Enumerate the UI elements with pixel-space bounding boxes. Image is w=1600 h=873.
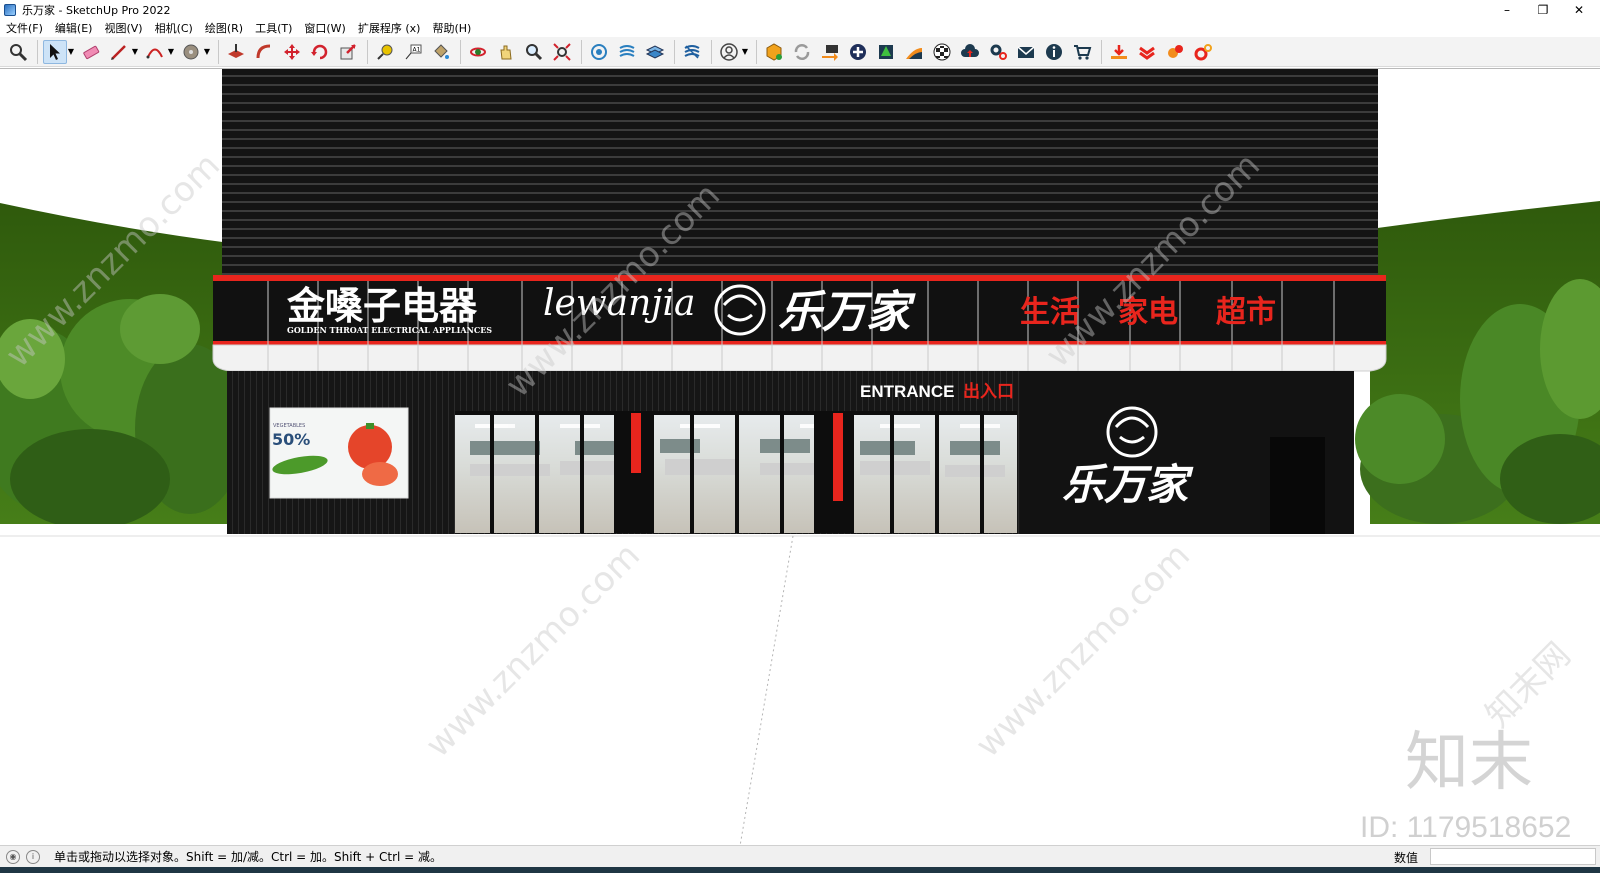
credits-info-icon[interactable]: i bbox=[26, 849, 40, 864]
cart-icon[interactable] bbox=[1070, 40, 1094, 64]
settings-gears-icon[interactable] bbox=[986, 40, 1010, 64]
download-icon[interactable] bbox=[1107, 40, 1131, 64]
arc-icon[interactable] bbox=[143, 40, 167, 64]
toolbar-separator bbox=[218, 39, 219, 64]
tree-icon[interactable] bbox=[874, 40, 898, 64]
extension-warehouse-icon[interactable] bbox=[762, 40, 786, 64]
measurements-input[interactable] bbox=[1430, 848, 1596, 865]
red-door-pull-right bbox=[833, 413, 843, 501]
toolbar-separator bbox=[581, 39, 582, 64]
side-logo-name: 乐万家 bbox=[1062, 460, 1194, 509]
main-toolbar: ▼ ▼ ▼ ▼ A1 ▼ bbox=[0, 37, 1600, 67]
chevron-down-icon[interactable]: ▼ bbox=[67, 40, 75, 64]
pan-icon[interactable] bbox=[494, 40, 518, 64]
move-icon[interactable] bbox=[280, 40, 304, 64]
chevron-down-icon[interactable]: ▼ bbox=[131, 40, 139, 64]
select-tool-icon[interactable] bbox=[43, 39, 67, 64]
cloud-icon[interactable] bbox=[958, 40, 982, 64]
checker-icon[interactable] bbox=[930, 40, 954, 64]
vegetable-poster: VEGETABLES 50% bbox=[269, 407, 409, 499]
menu-extensions[interactable]: 扩展程序 (x) bbox=[352, 20, 427, 37]
toolbar-separator bbox=[1101, 39, 1102, 64]
toolbar-separator bbox=[367, 39, 368, 64]
sign-top-red-strip bbox=[213, 275, 1386, 281]
sign-tagline-3: 超市 bbox=[1216, 295, 1276, 330]
toolbar-separator bbox=[37, 39, 38, 64]
mail-icon[interactable] bbox=[1014, 40, 1038, 64]
side-door-opening bbox=[1270, 437, 1325, 534]
sketchup-app-icon bbox=[4, 4, 16, 16]
zoom-magnifier-icon[interactable] bbox=[522, 40, 546, 64]
glass-storefront bbox=[455, 411, 1017, 533]
gear-orange-icon[interactable] bbox=[1191, 40, 1215, 64]
chevron-down-icon[interactable]: ▼ bbox=[203, 40, 211, 64]
menu-camera[interactable]: 相机(C) bbox=[149, 20, 199, 37]
outliner-icon[interactable] bbox=[680, 40, 704, 64]
watermark-id: ID: 1179518652 bbox=[1360, 811, 1571, 844]
section-plane-icon[interactable] bbox=[587, 40, 611, 64]
ramp-icon[interactable] bbox=[902, 40, 926, 64]
svg-text:A1: A1 bbox=[413, 46, 421, 53]
text-label-icon[interactable]: A1 bbox=[401, 40, 425, 64]
info-icon[interactable] bbox=[1042, 40, 1066, 64]
rotate-icon[interactable] bbox=[308, 40, 332, 64]
refresh-icon[interactable] bbox=[790, 40, 814, 64]
scale-icon[interactable] bbox=[336, 40, 360, 64]
chevron-down-icon[interactable]: ▼ bbox=[741, 40, 749, 64]
orbit-icon[interactable] bbox=[466, 40, 490, 64]
pencil-line-icon[interactable] bbox=[107, 40, 131, 64]
menu-view[interactable]: 视图(V) bbox=[98, 20, 148, 37]
layers-icon[interactable] bbox=[643, 40, 667, 64]
fire-gear-icon[interactable] bbox=[1163, 40, 1187, 64]
entrance-label-en: ENTRANCE bbox=[860, 382, 954, 401]
paint-bucket-icon[interactable] bbox=[429, 40, 453, 64]
close-button[interactable]: ✕ bbox=[1556, 0, 1600, 20]
menu-bar: 文件(F) 编辑(E) 视图(V) 相机(C) 绘图(R) 工具(T) 窗口(W… bbox=[0, 20, 1600, 37]
window-title: 乐万家 - SketchUp Pro 2022 bbox=[22, 4, 171, 17]
toolbar-separator bbox=[674, 39, 675, 64]
toolbar-separator bbox=[711, 39, 712, 64]
zoom-tool-icon[interactable] bbox=[6, 40, 30, 64]
follow-me-icon[interactable] bbox=[252, 40, 276, 64]
upper-slat-facade bbox=[222, 69, 1378, 275]
chevron-stack-icon[interactable] bbox=[1135, 40, 1159, 64]
sign-brand-en: GOLDEN THROAT ELECTRICAL APPLIANCES bbox=[287, 325, 492, 335]
sign-store-name: 乐万家 bbox=[778, 287, 916, 338]
sign-brand-cn: 金嗓子电器 bbox=[286, 284, 478, 328]
menu-draw[interactable]: 绘图(R) bbox=[199, 20, 249, 37]
push-pull-icon[interactable] bbox=[224, 40, 248, 64]
shape-circle-icon[interactable] bbox=[179, 40, 203, 64]
menu-edit[interactable]: 编辑(E) bbox=[49, 20, 99, 37]
sign-white-bull-nose bbox=[212, 344, 1387, 372]
tape-measure-icon[interactable] bbox=[373, 40, 397, 64]
toolbar-separator bbox=[460, 39, 461, 64]
menu-help[interactable]: 帮助(H) bbox=[426, 20, 477, 37]
red-door-pull-left bbox=[631, 413, 641, 473]
poster-title: VEGETABLES bbox=[273, 423, 305, 429]
zoom-extents-icon[interactable] bbox=[550, 40, 574, 64]
model-viewport[interactable]: 金嗓子电器 GOLDEN THROAT ELECTRICAL APPLIANCE… bbox=[0, 68, 1600, 845]
entrance-label-cn: 出入口 bbox=[963, 381, 1014, 402]
menu-tools[interactable]: 工具(T) bbox=[249, 20, 298, 37]
poster-discount: 50% bbox=[272, 430, 310, 449]
section-display-icon[interactable] bbox=[615, 40, 639, 64]
transfer-icon[interactable] bbox=[818, 40, 842, 64]
title-bar: 乐万家 - SketchUp Pro 2022 bbox=[0, 0, 1600, 20]
menu-window[interactable]: 窗口(W) bbox=[298, 20, 351, 37]
measurements-label: 数值 bbox=[1394, 851, 1419, 865]
account-icon[interactable] bbox=[717, 40, 741, 64]
status-message: 单击或拖动以选择对象。Shift = 加/减。Ctrl = 加。Shift + … bbox=[54, 850, 443, 864]
ground-plane bbox=[0, 524, 1600, 845]
taskbar-edge bbox=[0, 867, 1600, 873]
sign-bottom-red-strip bbox=[213, 341, 1386, 345]
menu-file[interactable]: 文件(F) bbox=[0, 20, 49, 37]
geo-location-icon[interactable]: ◉ bbox=[6, 849, 20, 864]
add-circle-icon[interactable] bbox=[846, 40, 870, 64]
status-bar: ◉ i 单击或拖动以选择对象。Shift = 加/减。Ctrl = 加。Shif… bbox=[0, 845, 1600, 867]
eraser-icon[interactable] bbox=[79, 40, 103, 64]
toolbar-separator bbox=[756, 39, 757, 64]
chevron-down-icon[interactable]: ▼ bbox=[167, 40, 175, 64]
corner-watermark-logo: 知末 bbox=[1405, 726, 1533, 800]
storefront-scene: 金嗓子电器 GOLDEN THROAT ELECTRICAL APPLIANCE… bbox=[0, 69, 1600, 845]
